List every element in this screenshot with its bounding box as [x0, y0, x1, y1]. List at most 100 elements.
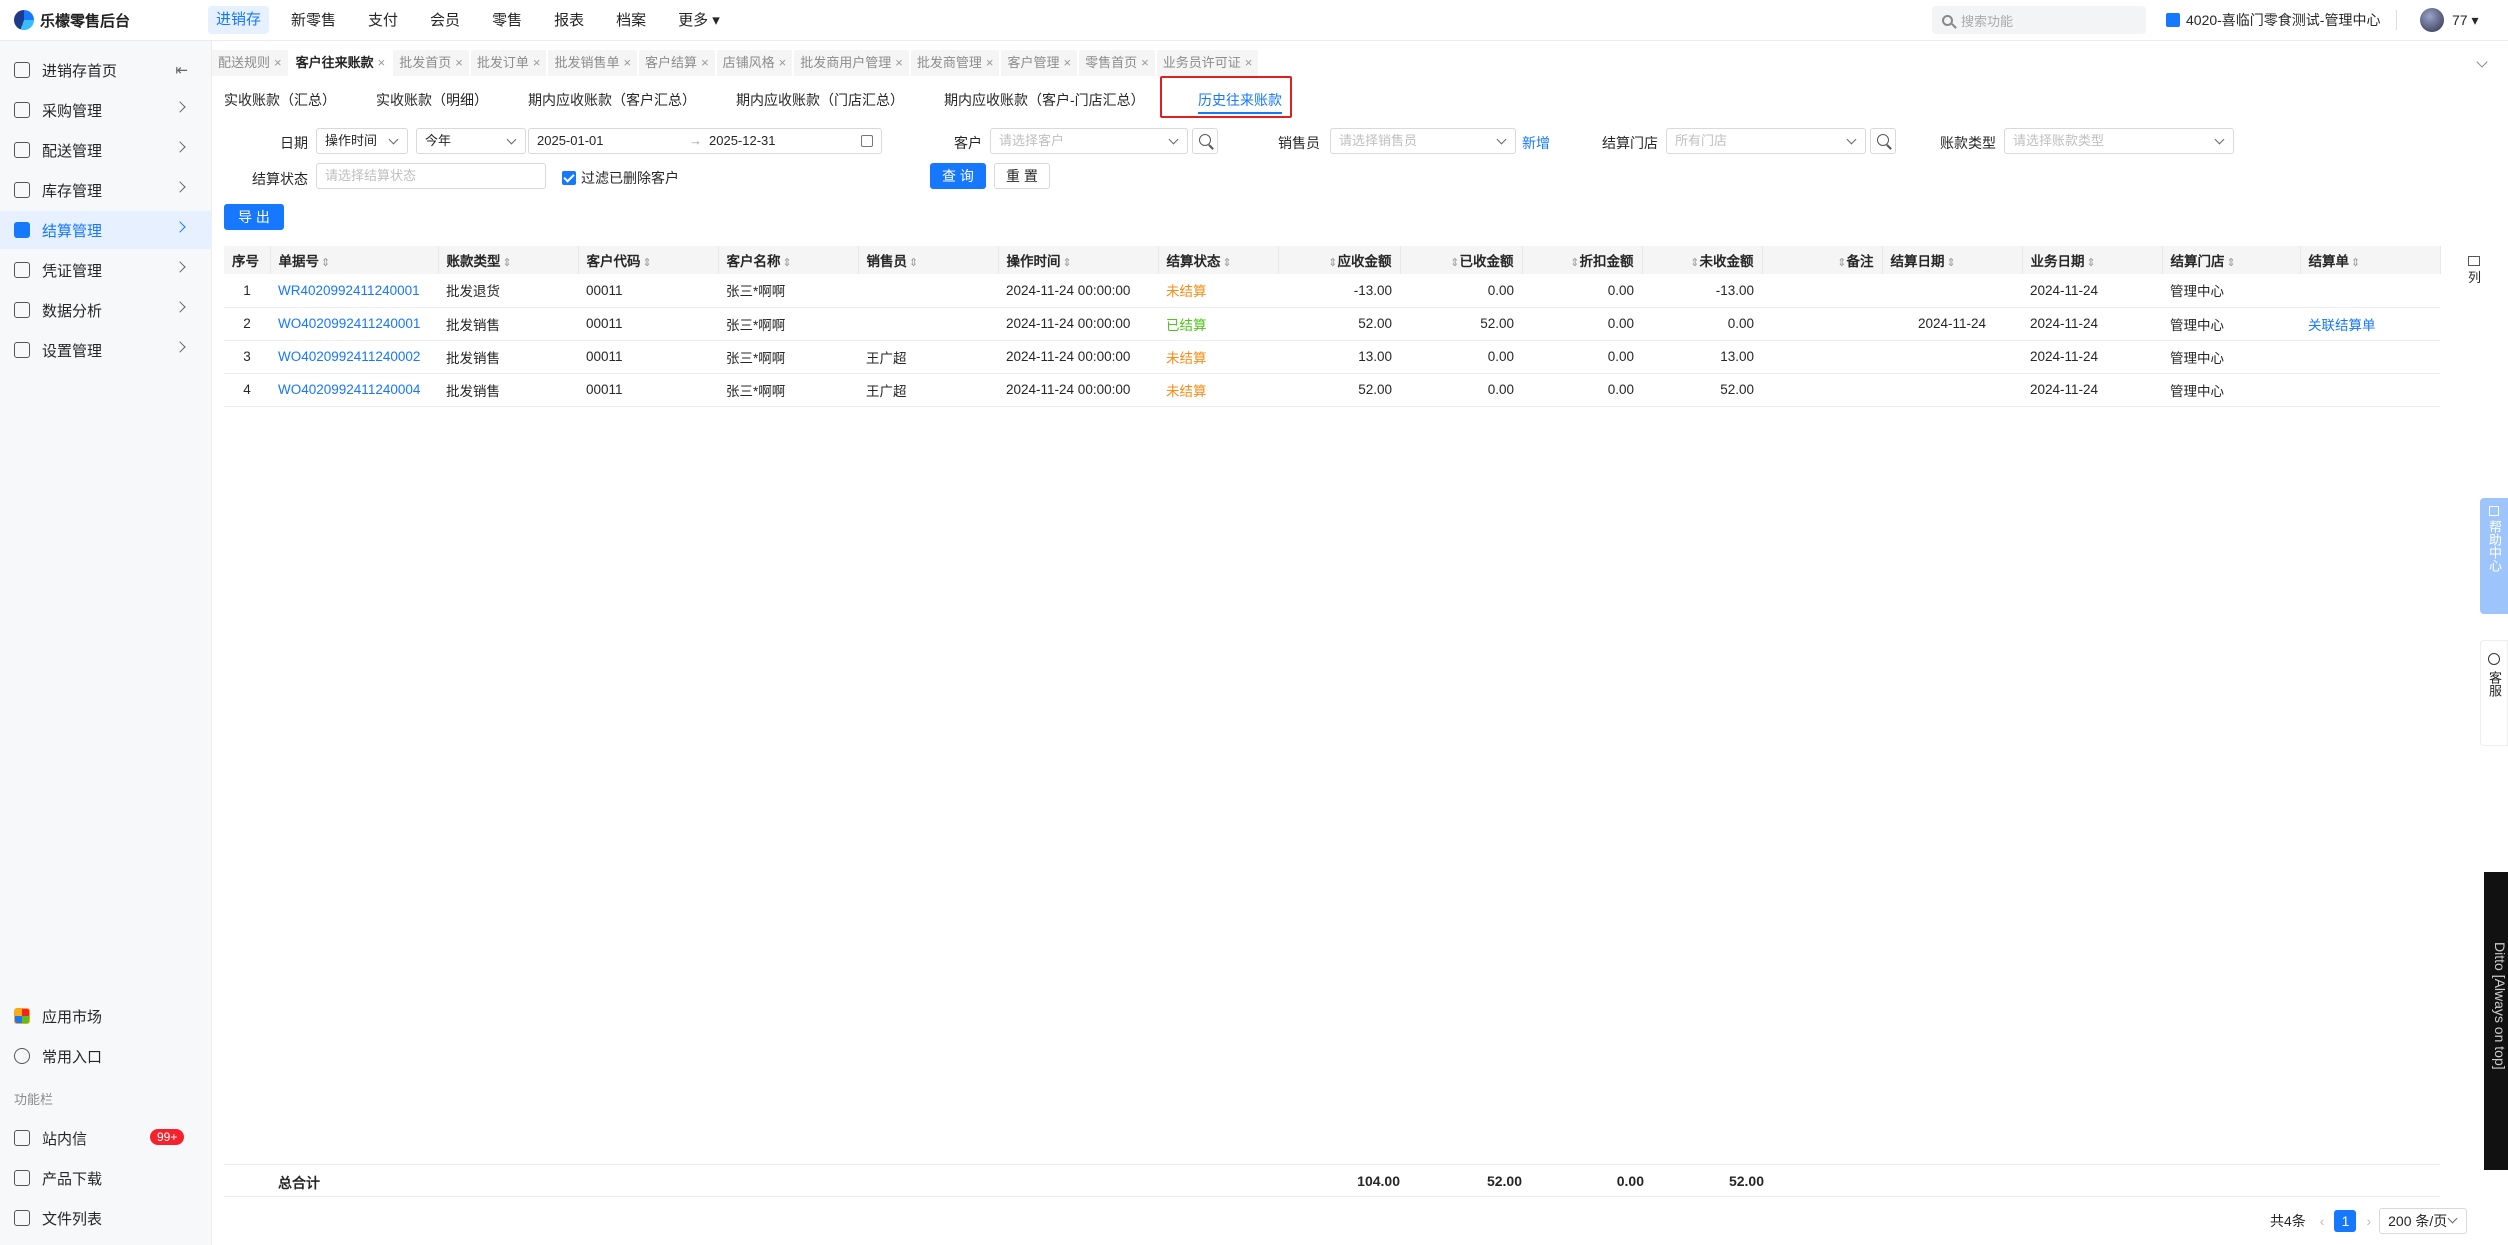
- customer-service-button[interactable]: 客服: [2480, 640, 2508, 746]
- sidebar-item-download[interactable]: 产品下载: [0, 1159, 212, 1197]
- column-settings-button[interactable]: 列: [2468, 256, 2482, 286]
- page-tab[interactable]: 批发商管理 ×: [910, 50, 1000, 76]
- page-tab[interactable]: 客户往来账款 ×: [289, 50, 392, 76]
- table-row[interactable]: 1 WR4020992411240001 批发退货 00011 张三*啊啊 20…: [224, 274, 2440, 308]
- date-start[interactable]: 2025-01-01: [537, 129, 604, 153]
- col-header[interactable]: 结算日期 ⇕: [1882, 246, 2023, 274]
- doc-link[interactable]: WO4020992411240001: [270, 307, 438, 341]
- page-tab[interactable]: 批发销售单 ×: [548, 50, 638, 76]
- table-row[interactable]: 3 WO4020992411240002 批发销售 00011 张三*啊啊 王广…: [224, 340, 2440, 374]
- collapse-sidebar-icon[interactable]: ⇤: [175, 61, 188, 79]
- close-icon[interactable]: ×: [986, 55, 994, 70]
- sidebar-item-delivery[interactable]: 配送管理: [0, 131, 212, 169]
- close-icon[interactable]: ×: [455, 55, 463, 70]
- page-tab[interactable]: 客户结算 ×: [639, 50, 715, 76]
- app-logo[interactable]: 乐檬零售后台: [0, 10, 208, 31]
- sidebar-item-favorites[interactable]: 常用入口: [0, 1037, 212, 1075]
- close-icon[interactable]: ×: [274, 55, 282, 70]
- page-tab[interactable]: 配送规则 ×: [212, 50, 288, 76]
- query-button[interactable]: 查 询: [930, 163, 986, 189]
- table-row[interactable]: 4 WO4020992411240004 批发销售 00011 张三*啊啊 王广…: [224, 373, 2440, 407]
- settle-store-select[interactable]: 所有门店: [1666, 128, 1866, 154]
- subtab-received-detail[interactable]: 实收账款（明细）: [364, 82, 516, 118]
- subtab-receivable-customer-store[interactable]: 期内应收账款（客户-门店汇总）: [932, 82, 1172, 118]
- date-range-picker[interactable]: 2025-01-01 → 2025-12-31: [528, 128, 882, 154]
- doc-link[interactable]: WR4020992411240001: [270, 274, 438, 308]
- sort-icon[interactable]: ⇕: [503, 257, 512, 269]
- ditto-overlay[interactable]: Ditto [Always on top]: [2484, 872, 2508, 1170]
- reset-button[interactable]: 重 置: [994, 163, 1050, 189]
- topnav-member[interactable]: 会员: [414, 0, 476, 41]
- page-tab[interactable]: 业务员许可证 ×: [1156, 50, 1259, 76]
- col-header[interactable]: 账款类型 ⇕: [438, 246, 579, 274]
- next-page-button[interactable]: ›: [2366, 1213, 2371, 1229]
- salesman-select[interactable]: 请选择销售员: [1330, 128, 1516, 154]
- user-menu[interactable]: 77 ▾: [2452, 12, 2479, 29]
- sidebar-item-settings[interactable]: 设置管理: [0, 331, 212, 369]
- doc-link[interactable]: WO4020992411240002: [270, 340, 438, 374]
- avatar[interactable]: [2420, 8, 2444, 32]
- sidebar-item-inventory[interactable]: 库存管理: [0, 171, 212, 209]
- sort-icon[interactable]: ⇕: [1690, 257, 1699, 269]
- sort-icon[interactable]: ⇕: [1837, 257, 1846, 269]
- sort-icon[interactable]: ⇕: [1947, 257, 1956, 269]
- add-salesman-link[interactable]: 新增: [1522, 133, 1550, 153]
- filter-deleted-checkbox[interactable]: 过滤已删除客户: [562, 168, 679, 188]
- close-icon[interactable]: ×: [1245, 55, 1253, 70]
- close-icon[interactable]: ×: [779, 55, 787, 70]
- close-icon[interactable]: ×: [895, 55, 903, 70]
- page-tab[interactable]: 客户管理 ×: [1001, 50, 1078, 76]
- topnav-pay[interactable]: 支付: [352, 0, 414, 41]
- col-header[interactable]: ⇕已收金额: [1400, 246, 1523, 274]
- col-header[interactable]: ⇕折扣金额: [1522, 246, 1643, 274]
- col-header[interactable]: 客户名称 ⇕: [718, 246, 859, 274]
- sidebar-item-files[interactable]: 文件列表: [0, 1199, 212, 1237]
- sort-icon[interactable]: ⇕: [1328, 257, 1337, 269]
- subtab-receivable-store[interactable]: 期内应收账款（门店汇总）: [724, 82, 932, 118]
- sidebar-item-home[interactable]: 进销存首页 ⇤: [0, 51, 212, 89]
- sort-icon[interactable]: ⇕: [783, 257, 792, 269]
- topnav-jxc[interactable]: 进销存: [208, 6, 270, 34]
- doc-link[interactable]: WO4020992411240004: [270, 373, 438, 407]
- close-icon[interactable]: ×: [701, 55, 709, 70]
- sidebar-item-voucher[interactable]: 凭证管理: [0, 251, 212, 289]
- col-header[interactable]: 结算状态 ⇕: [1158, 246, 1279, 274]
- function-search-input[interactable]: 搜索功能: [1932, 6, 2146, 34]
- account-type-select[interactable]: 请选择账款类型: [2004, 128, 2234, 154]
- store-search-button[interactable]: [1870, 128, 1896, 154]
- table-row[interactable]: 2 WO4020992411240001 批发销售 00011 张三*啊啊 20…: [224, 307, 2440, 341]
- sort-icon[interactable]: ⇕: [2227, 257, 2236, 269]
- subtab-received-summary[interactable]: 实收账款（汇总）: [212, 82, 364, 118]
- page-tab[interactable]: 零售首页 ×: [1079, 50, 1155, 76]
- date-end[interactable]: 2025-12-31: [709, 129, 776, 153]
- date-range-select[interactable]: 今年: [416, 128, 526, 154]
- close-icon[interactable]: ×: [1064, 55, 1072, 70]
- close-icon[interactable]: ×: [623, 55, 631, 70]
- help-center-button[interactable]: 帮助中心: [2480, 498, 2508, 614]
- col-header[interactable]: 单据号 ⇕: [270, 246, 439, 274]
- store-switcher[interactable]: 4020-喜临门零食测试-管理中心: [2166, 10, 2380, 30]
- date-type-select[interactable]: 操作时间: [316, 128, 408, 154]
- sort-icon[interactable]: ⇕: [2087, 257, 2096, 269]
- sort-icon[interactable]: ⇕: [1063, 257, 1072, 269]
- sort-icon[interactable]: ⇕: [2351, 257, 2360, 269]
- page-tab[interactable]: 批发订单 ×: [470, 50, 547, 76]
- customer-search-button[interactable]: [1192, 128, 1218, 154]
- sort-icon[interactable]: ⇕: [909, 257, 918, 269]
- page-1-button[interactable]: 1: [2334, 1210, 2357, 1232]
- topnav-report[interactable]: 报表: [538, 0, 600, 41]
- sidebar-item-messages[interactable]: 站内信 99+: [0, 1119, 212, 1157]
- page-size-select[interactable]: 200 条/页: [2379, 1208, 2468, 1234]
- close-icon[interactable]: ×: [533, 55, 541, 70]
- sidebar-item-purchase[interactable]: 采购管理: [0, 91, 212, 129]
- topnav-retail[interactable]: 零售: [476, 0, 538, 41]
- sort-icon[interactable]: ⇕: [643, 257, 652, 269]
- close-icon[interactable]: ×: [378, 55, 386, 70]
- col-header[interactable]: ⇕应收金额: [1278, 246, 1401, 274]
- sort-icon[interactable]: ⇕: [1450, 257, 1459, 269]
- page-tab[interactable]: 批发商用户管理 ×: [794, 50, 909, 76]
- col-header[interactable]: ⇕未收金额: [1642, 246, 1763, 274]
- topnav-new-retail[interactable]: 新零售: [275, 0, 352, 41]
- col-header[interactable]: 结算单 ⇕: [2300, 246, 2441, 274]
- settle-status-select[interactable]: 请选择结算状态: [316, 163, 546, 189]
